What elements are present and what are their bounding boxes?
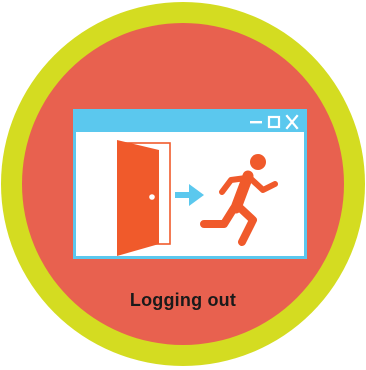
logout-illustration xyxy=(117,140,278,256)
logout-scene xyxy=(76,132,304,256)
close-icon[interactable] xyxy=(285,112,299,132)
running-person-icon xyxy=(200,154,278,246)
door-icon xyxy=(117,140,171,256)
window-title-bar xyxy=(76,112,304,132)
caption-text: Logging out xyxy=(129,290,237,310)
minimize-icon[interactable] xyxy=(249,112,263,132)
arrow-right-icon xyxy=(175,184,204,206)
maximize-icon[interactable] xyxy=(267,112,281,132)
app-window xyxy=(73,109,307,259)
